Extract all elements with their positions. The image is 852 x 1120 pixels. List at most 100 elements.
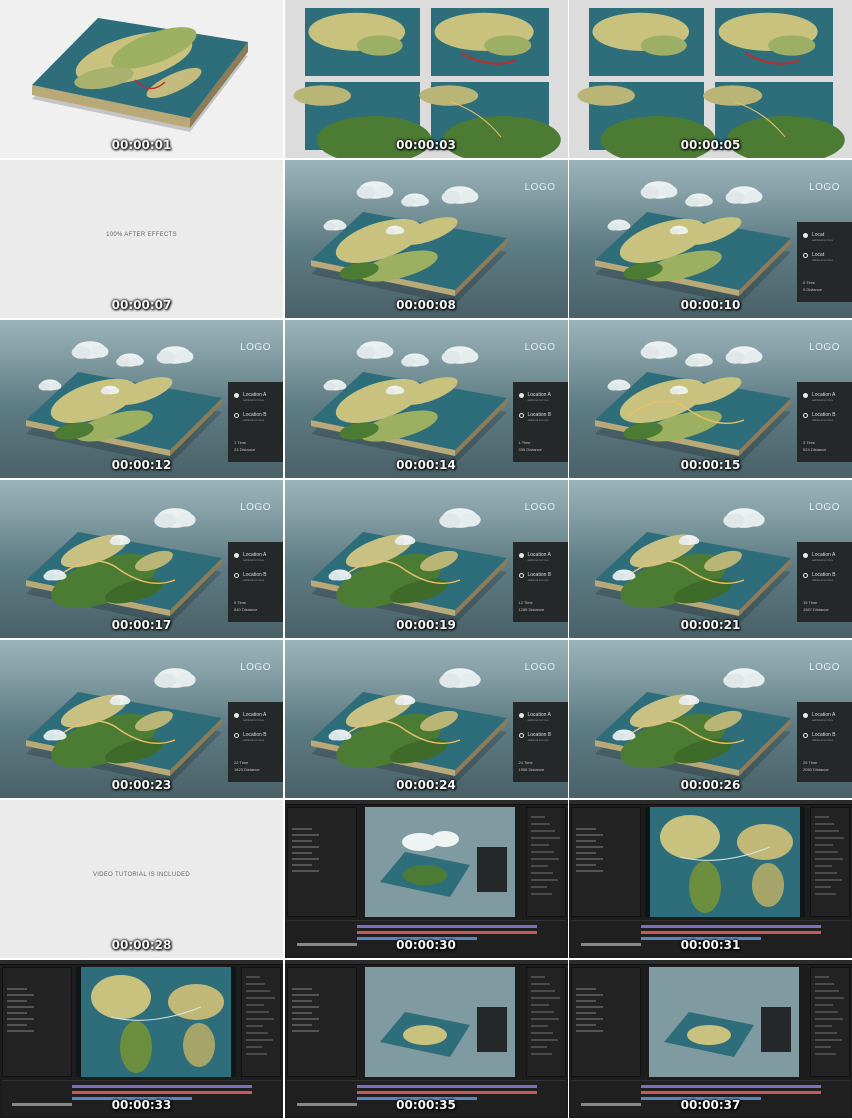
effects-item[interactable] xyxy=(530,997,560,999)
project-item[interactable] xyxy=(291,1030,319,1032)
project-item[interactable] xyxy=(576,846,603,848)
project-item[interactable] xyxy=(7,988,27,990)
project-panel[interactable] xyxy=(286,807,357,917)
project-item[interactable] xyxy=(576,834,603,836)
project-item[interactable] xyxy=(576,828,596,830)
effects-item[interactable] xyxy=(530,1032,553,1034)
effects-panel[interactable] xyxy=(525,807,566,917)
composition-viewer[interactable] xyxy=(645,807,805,917)
effects-item[interactable] xyxy=(815,816,829,818)
effects-item[interactable] xyxy=(815,1046,831,1048)
project-item[interactable] xyxy=(576,1012,596,1014)
project-item[interactable] xyxy=(291,834,319,836)
effects-item[interactable] xyxy=(530,893,552,895)
project-item[interactable] xyxy=(576,1030,603,1032)
timeline-layer-bar[interactable] xyxy=(356,1085,537,1088)
project-panel[interactable] xyxy=(286,967,357,1077)
effects-item[interactable] xyxy=(815,1011,838,1013)
timeline-layer-bar[interactable] xyxy=(641,925,821,928)
effects-item[interactable] xyxy=(246,983,265,985)
effects-item[interactable] xyxy=(530,837,560,839)
project-item[interactable] xyxy=(576,1024,596,1026)
effects-panel[interactable] xyxy=(525,967,566,1077)
project-item[interactable] xyxy=(291,852,312,854)
composition-viewer[interactable] xyxy=(649,967,799,1077)
project-item[interactable] xyxy=(291,858,319,860)
project-item[interactable] xyxy=(291,840,312,842)
effects-item[interactable] xyxy=(246,1004,264,1006)
effects-item[interactable] xyxy=(815,830,839,832)
effects-item[interactable] xyxy=(815,1018,843,1020)
effects-item[interactable] xyxy=(246,1039,273,1041)
project-item[interactable] xyxy=(7,1018,34,1020)
effects-item[interactable] xyxy=(815,879,842,881)
effects-item[interactable] xyxy=(530,1011,554,1013)
timeline-layer-bar[interactable] xyxy=(356,1091,537,1094)
project-item[interactable] xyxy=(291,1018,319,1020)
effects-item[interactable] xyxy=(530,990,555,992)
effects-item[interactable] xyxy=(530,830,555,832)
effects-item[interactable] xyxy=(246,1046,262,1048)
effects-item[interactable] xyxy=(530,1039,558,1041)
effects-panel[interactable] xyxy=(810,967,850,1077)
project-item[interactable] xyxy=(7,1024,27,1026)
project-item[interactable] xyxy=(291,1024,312,1026)
project-item[interactable] xyxy=(291,864,312,866)
effects-item[interactable] xyxy=(815,1039,842,1041)
effects-item[interactable] xyxy=(815,886,831,888)
timeline-layer-bar[interactable] xyxy=(72,1085,252,1088)
timeline-layer-bar[interactable] xyxy=(356,925,537,928)
effects-item[interactable] xyxy=(815,865,832,867)
effects-item[interactable] xyxy=(530,872,553,874)
project-panel[interactable] xyxy=(2,967,72,1077)
effects-item[interactable] xyxy=(815,893,836,895)
effects-item[interactable] xyxy=(530,879,558,881)
project-item[interactable] xyxy=(576,988,596,990)
effects-item[interactable] xyxy=(246,1053,267,1055)
effects-item[interactable] xyxy=(815,872,837,874)
composition-viewer[interactable] xyxy=(76,967,236,1077)
project-item[interactable] xyxy=(576,1018,603,1020)
effects-item[interactable] xyxy=(530,858,559,860)
timeline-layer-bar[interactable] xyxy=(641,1085,821,1088)
effects-item[interactable] xyxy=(530,865,548,867)
project-item[interactable] xyxy=(291,994,319,996)
project-item[interactable] xyxy=(7,1012,27,1014)
effects-item[interactable] xyxy=(815,997,844,999)
effects-item[interactable] xyxy=(530,851,554,853)
effects-item[interactable] xyxy=(815,851,838,853)
effects-item[interactable] xyxy=(246,1032,268,1034)
effects-panel[interactable] xyxy=(810,807,850,917)
project-panel[interactable] xyxy=(571,807,641,917)
project-item[interactable] xyxy=(576,864,596,866)
project-item[interactable] xyxy=(291,1006,319,1008)
project-item[interactable] xyxy=(291,846,319,848)
menu-bar[interactable] xyxy=(0,960,283,965)
effects-item[interactable] xyxy=(815,1004,833,1006)
effects-item[interactable] xyxy=(530,816,545,818)
timeline-layer-bar[interactable] xyxy=(72,1091,252,1094)
effects-panel[interactable] xyxy=(241,967,281,1077)
effects-item[interactable] xyxy=(246,997,275,999)
menu-bar[interactable] xyxy=(284,960,568,965)
effects-item[interactable] xyxy=(815,976,829,978)
project-item[interactable] xyxy=(576,1006,603,1008)
project-item[interactable] xyxy=(576,840,596,842)
project-item[interactable] xyxy=(7,1006,34,1008)
effects-item[interactable] xyxy=(530,1025,548,1027)
project-item[interactable] xyxy=(291,870,319,872)
effects-item[interactable] xyxy=(815,1032,837,1034)
effects-item[interactable] xyxy=(815,1053,836,1055)
project-item[interactable] xyxy=(291,988,312,990)
effects-item[interactable] xyxy=(815,823,834,825)
effects-item[interactable] xyxy=(530,1018,559,1020)
timeline-layer-bar[interactable] xyxy=(641,1091,821,1094)
project-item[interactable] xyxy=(291,1000,312,1002)
project-item[interactable] xyxy=(576,858,603,860)
effects-item[interactable] xyxy=(530,844,549,846)
project-item[interactable] xyxy=(576,1000,596,1002)
menu-bar[interactable] xyxy=(569,800,852,805)
effects-item[interactable] xyxy=(815,844,833,846)
effects-item[interactable] xyxy=(815,983,834,985)
project-item[interactable] xyxy=(7,994,34,996)
